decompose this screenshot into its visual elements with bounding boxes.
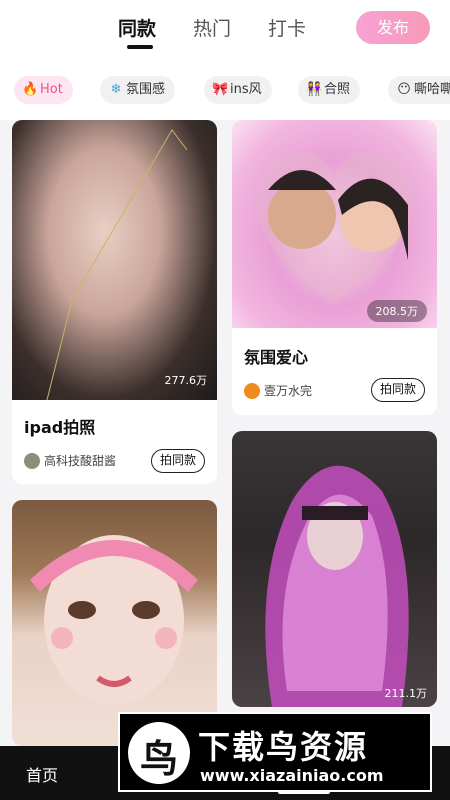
author-name: 高科技酸甜酱 xyxy=(44,454,117,468)
watermark-url: www.xiazainiao.com xyxy=(200,766,384,785)
category-chips: 🔥 Hot ❄ 氛围感 🎀 ins风 👭 合照 😶 嘶哈嘶 xyxy=(0,58,450,120)
chip-label: 合照 xyxy=(324,82,351,97)
template-photo xyxy=(12,500,217,746)
template-card[interactable]: 211.1万 xyxy=(232,431,437,707)
card-title: 氛围爱心 xyxy=(244,348,309,367)
template-photo xyxy=(12,120,217,400)
watermark-title: 下载鸟资源 xyxy=(198,728,369,766)
template-photo xyxy=(232,431,437,707)
couple-icon: 👭 xyxy=(306,82,323,97)
chip-label: ins风 xyxy=(230,82,262,97)
avatar xyxy=(24,452,40,469)
tab-hot[interactable]: 热门 xyxy=(193,14,231,41)
neon-figure xyxy=(265,465,409,707)
publish-button[interactable]: 发布 xyxy=(356,11,430,44)
snowflake-icon: ❄ xyxy=(110,82,122,97)
headband-figure xyxy=(30,535,198,705)
chip-atmosphere[interactable]: ❄ 氛围感 xyxy=(100,76,176,104)
watermark: 鸟 下载鸟资源 www.xiazainiao.com xyxy=(118,712,432,792)
flame-icon: 🔥 xyxy=(22,82,39,97)
author[interactable]: 壹万水完 xyxy=(244,382,312,399)
template-card[interactable]: 277.6万 ipad拍照 高科技酸甜酱 拍同款 xyxy=(12,120,217,484)
view-count: 277.6万 xyxy=(164,374,208,387)
tab-checkin[interactable]: 打卡 xyxy=(268,14,306,41)
chip-label: 氛围感 xyxy=(126,82,166,97)
top-bar: 同款 热门 打卡 发布 xyxy=(0,0,450,58)
view-count: 211.1万 xyxy=(384,687,428,700)
active-tab-indicator xyxy=(127,45,153,49)
author[interactable]: 高科技酸甜酱 xyxy=(24,452,116,469)
chip-ins-style[interactable]: 🎀 ins风 xyxy=(204,76,272,104)
author-name: 壹万水完 xyxy=(264,384,313,398)
avatar xyxy=(244,382,260,399)
chip-label: Hot xyxy=(40,82,63,97)
bow-icon: 🎀 xyxy=(212,82,229,97)
chip-hot[interactable]: 🔥 Hot xyxy=(14,76,73,104)
template-card[interactable] xyxy=(12,500,217,746)
heart-frame xyxy=(255,151,414,305)
card-title: ipad拍照 xyxy=(24,418,96,437)
shoot-same-button[interactable]: 拍同款 xyxy=(370,378,425,402)
bird-logo-icon: 鸟 xyxy=(128,722,190,784)
chip-label: 嘶哈嘶 xyxy=(414,82,450,97)
chip-siha[interactable]: 😶 嘶哈嘶 xyxy=(388,76,450,104)
shoot-same-button[interactable]: 拍同款 xyxy=(150,449,205,473)
template-photo xyxy=(232,120,437,328)
nav-home[interactable]: 首页 xyxy=(26,762,58,786)
tab-tongkuan[interactable]: 同款 xyxy=(118,14,156,41)
chip-group-photo[interactable]: 👭 合照 xyxy=(298,76,361,104)
face-icon: 😶 xyxy=(397,82,411,97)
photo-frame-lines xyxy=(46,129,188,400)
template-card[interactable]: 208.5万 氛围爱心 壹万水完 拍同款 xyxy=(232,120,437,415)
view-count: 208.5万 xyxy=(366,300,427,322)
